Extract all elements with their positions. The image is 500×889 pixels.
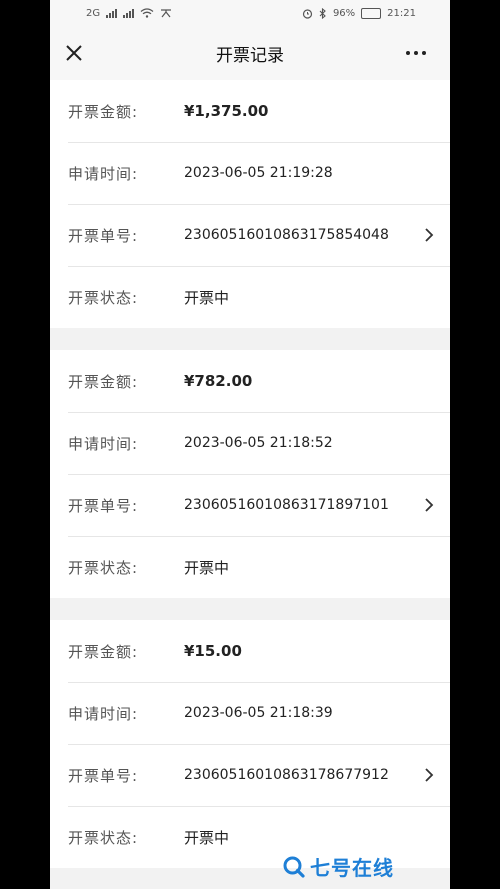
amount-value: ¥782.00: [184, 372, 253, 390]
invoice-number-label: 开票单号:: [68, 226, 139, 245]
chevron-right-icon[interactable]: [424, 227, 434, 243]
bluetooth-icon: [319, 7, 326, 19]
invoice-number-row[interactable]: 开票单号: 23060516010863178677912: [50, 744, 450, 806]
apply-time-row: 申请时间: 2023-06-05 21:19:28: [50, 142, 450, 204]
amount-row: 开票金额: ¥782.00: [50, 350, 450, 412]
status-bar-right: 96% 21:21: [302, 7, 416, 19]
amount-value: ¥15.00: [184, 642, 242, 660]
status-value: 开票中: [184, 828, 230, 847]
amount-label: 开票金额:: [68, 102, 139, 121]
chevron-right-icon[interactable]: [424, 497, 434, 513]
status-bar: 2G 96% 21:21: [50, 0, 450, 26]
invoice-number-label: 开票单号:: [68, 496, 139, 515]
apply-time-label: 申请时间:: [68, 434, 139, 453]
status-label: 开票状态:: [68, 828, 139, 847]
network-type: 2G: [86, 7, 101, 19]
status-label: 开票状态:: [68, 558, 139, 577]
battery-icon: [361, 7, 382, 19]
apply-time-row: 申请时间: 2023-06-05 21:18:52: [50, 412, 450, 474]
chevron-right-icon[interactable]: [424, 767, 434, 783]
wifi-icon: [140, 8, 154, 18]
apply-time-value: 2023-06-05 21:19:28: [184, 165, 333, 181]
close-icon[interactable]: [62, 41, 86, 65]
invoice-record-card: 开票金额: ¥15.00 申请时间: 2023-06-05 21:18:39 开…: [50, 620, 450, 868]
status-bar-left: 2G: [86, 8, 172, 19]
invoice-number-row[interactable]: 开票单号: 23060516010863171897101: [50, 474, 450, 536]
notification-icon: [161, 9, 172, 18]
amount-row: 开票金额: ¥15.00: [50, 620, 450, 682]
signal-icon-2: [123, 8, 135, 18]
apply-time-label: 申请时间:: [68, 704, 139, 723]
invoice-number-label: 开票单号:: [68, 766, 139, 785]
battery-percent: 96%: [332, 7, 356, 19]
apply-time-row: 申请时间: 2023-06-05 21:18:39: [50, 682, 450, 744]
apply-time-label: 申请时间:: [68, 164, 139, 183]
more-options-icon[interactable]: [406, 48, 430, 58]
invoice-record-card: 开票金额: ¥782.00 申请时间: 2023-06-05 21:18:52 …: [50, 350, 450, 598]
amount-row: 开票金额: ¥1,375.00: [50, 80, 450, 142]
watermark-text: 七号在线: [310, 856, 394, 880]
apply-time-value: 2023-06-05 21:18:52: [184, 435, 333, 451]
invoice-number-row[interactable]: 开票单号: 23060516010863175854048: [50, 204, 450, 266]
status-value: 开票中: [184, 288, 230, 307]
watermark-logo: 七号在线: [282, 852, 394, 881]
clock: 21:21: [387, 7, 416, 19]
invoice-number-value: 23060516010863171897101: [184, 497, 389, 513]
status-row: 开票状态: 开票中: [50, 266, 450, 328]
signal-icon: [106, 8, 118, 18]
amount-label: 开票金额:: [68, 642, 139, 661]
phone-screen: 2G 96% 21:21 开票记录 开票金额: ¥1,375.00 申请时间:: [50, 0, 450, 889]
status-value: 开票中: [184, 558, 230, 577]
status-row: 开票状态: 开票中: [50, 536, 450, 598]
apply-time-value: 2023-06-05 21:18:39: [184, 705, 333, 721]
alarm-icon: [302, 8, 313, 19]
invoice-record-list: 开票金额: ¥1,375.00 申请时间: 2023-06-05 21:19:2…: [50, 80, 450, 889]
navbar: 开票记录: [50, 26, 450, 80]
invoice-number-value: 23060516010863175854048: [184, 227, 389, 243]
amount-value: ¥1,375.00: [184, 102, 269, 120]
status-label: 开票状态:: [68, 288, 139, 307]
amount-label: 开票金额:: [68, 372, 139, 391]
magnifier-logo-icon: [283, 856, 305, 878]
invoice-record-card: 开票金额: ¥1,375.00 申请时间: 2023-06-05 21:19:2…: [50, 80, 450, 328]
page-title: 开票记录: [216, 45, 284, 66]
invoice-number-value: 23060516010863178677912: [184, 767, 389, 783]
